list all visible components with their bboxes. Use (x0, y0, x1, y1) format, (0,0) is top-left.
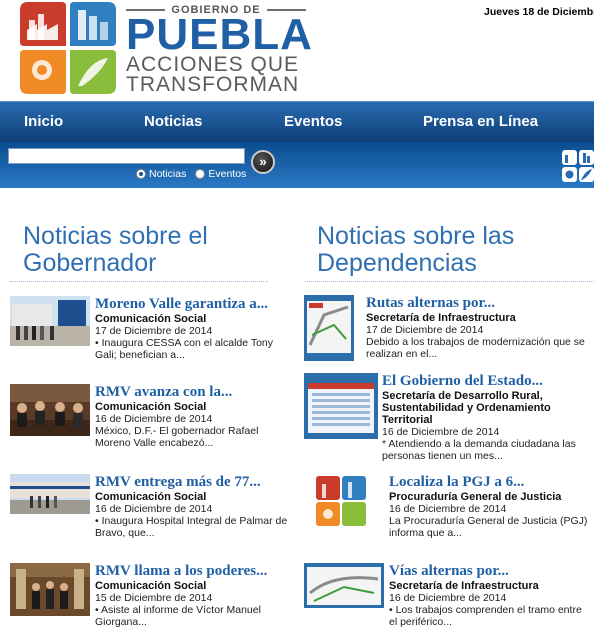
news-excerpt-line: Moreno Valle encabezó... (95, 437, 214, 449)
news-excerpt-line: personas tienen un mes... (382, 450, 503, 462)
section-title-line-2: Dependencias (317, 249, 477, 277)
search-go-button[interactable]: » (251, 150, 275, 174)
news-excerpt-line: La Procuraduría General de Justicia (PGJ… (389, 515, 588, 527)
news-excerpt-line: • Los trabajos comprenden el tramo entre (389, 604, 582, 616)
news-date: 16 de Diciembre de 2014 (389, 592, 507, 604)
main-nav: Inicio Noticias Eventos Prensa en Línea (0, 101, 594, 142)
news-thumbnail[interactable] (10, 296, 90, 346)
list-item[interactable]: RMV avanza con la... Comunicación Social… (10, 384, 300, 454)
news-thumbnail[interactable] (10, 563, 90, 616)
list-item[interactable]: RMV llama a los poderes... Comunicación … (10, 563, 300, 633)
news-source: Secretaría de Desarrollo Rural, (382, 390, 543, 402)
news-date: 16 de Diciembre de 2014 (382, 426, 500, 438)
pgj-logo-icon[interactable] (304, 474, 378, 534)
current-date: Jueves 18 de Diciembr (484, 6, 594, 18)
news-title-link[interactable]: El Gobierno del Estado... (382, 373, 576, 390)
list-item[interactable]: El Gobierno del Estado... Secretaría de … (304, 373, 594, 463)
news-thumbnail[interactable] (304, 295, 354, 361)
news-excerpt-line: • Asiste al informe de Víctor Manuel (95, 604, 261, 616)
radio-eventos[interactable] (195, 169, 206, 179)
news-thumbnail[interactable] (10, 384, 90, 436)
news-source: Procuraduría General de Justicia (389, 491, 562, 503)
news-date: 17 de Diciembre de 2014 (95, 325, 213, 337)
slogan-line-2: TRANSFORMAN (126, 73, 300, 96)
news-thumbnail[interactable] (304, 373, 378, 439)
list-item[interactable]: Vías alternas por... Secretaría de Infra… (304, 563, 594, 633)
section-title-gobernador: Noticias sobre el Gobernador (23, 223, 208, 277)
news-date: 16 de Diciembre de 2014 (95, 503, 213, 515)
puebla-logo-icon[interactable] (20, 2, 116, 94)
news-source: Secretaría de Infraestructura (389, 580, 539, 592)
news-excerpt-line: Gali; benefician a... (95, 349, 185, 361)
news-source: Comunicación Social (95, 580, 207, 592)
divider (10, 281, 268, 282)
list-item[interactable]: RMV entrega más de 77... Comunicación So… (10, 474, 300, 544)
news-source: Comunicación Social (95, 491, 207, 503)
divider (305, 281, 594, 282)
radio-noticias[interactable] (136, 169, 146, 179)
news-source: Sustentabilidad y Ordenamiento (382, 402, 551, 414)
news-excerpt-line: • Inaugura Hospital Integral de Palmar d… (95, 515, 288, 527)
section-title-line-2: Gobernador (23, 249, 157, 277)
section-title-line-1: Noticias sobre las (317, 222, 515, 250)
news-source: Territorial (382, 414, 433, 426)
news-date: 15 de Diciembre de 2014 (95, 592, 213, 604)
news-excerpt-line: informa que a... (389, 527, 462, 539)
radio-noticias-label: Noticias (149, 168, 187, 180)
news-date: 16 de Diciembre de 2014 (389, 503, 507, 515)
news-title-link[interactable]: Rutas alternas por... (366, 295, 585, 312)
news-title-link[interactable]: RMV avanza con la... (95, 384, 258, 401)
search-input[interactable] (8, 148, 245, 164)
news-source: Comunicación Social (95, 401, 207, 413)
nav-inicio[interactable]: Inicio (24, 113, 63, 130)
news-excerpt-line: Bravo, que... (95, 527, 155, 539)
news-excerpt-line: Giorgana... (95, 616, 147, 628)
site-header: GOBIERNO DE PUEBLA ACCIONES QUE TRANSFOR… (0, 0, 594, 101)
news-title-link[interactable]: Vías alternas por... (389, 563, 582, 580)
news-date: 16 de Diciembre de 2014 (95, 413, 213, 425)
list-item[interactable]: Moreno Valle garantiza a... Comunicación… (10, 296, 300, 366)
nav-eventos[interactable]: Eventos (284, 113, 342, 130)
brand-name: PUEBLA (126, 10, 313, 59)
news-excerpt-line: México, D.F.- El gobernador Rafael (95, 425, 259, 437)
news-excerpt-line: realizan en el... (366, 348, 438, 360)
puebla-mini-logo-icon[interactable] (562, 150, 594, 182)
section-title-line-1: Noticias sobre el (23, 222, 208, 250)
news-title-link[interactable]: RMV entrega más de 77... (95, 474, 287, 491)
news-title-link[interactable]: Localiza la PGJ a 6... (389, 474, 587, 491)
list-item[interactable]: Rutas alternas por... Secretaría de Infr… (304, 295, 594, 365)
nav-prensa[interactable]: Prensa en Línea (423, 113, 538, 130)
news-excerpt-line: Debido a los trabajos de modernización q… (366, 336, 585, 348)
news-source: Comunicación Social (95, 313, 207, 325)
news-excerpt-line: el periférico... (389, 616, 453, 628)
slogan-line-1: ACCIONES QUE (126, 53, 300, 76)
brand-wordmark[interactable]: GOBIERNO DE PUEBLA ACCIONES QUE TRANSFOR… (126, 4, 313, 96)
news-excerpt-line: * Atendiendo a la demanda ciudadana las (382, 438, 576, 450)
news-title-link[interactable]: RMV llama a los poderes... (95, 563, 267, 580)
news-date: 17 de Diciembre de 2014 (366, 324, 484, 336)
nav-noticias[interactable]: Noticias (144, 113, 202, 130)
radio-eventos-label: Eventos (208, 168, 247, 180)
news-thumbnail[interactable] (304, 563, 384, 608)
news-source: Secretaría de Infraestructura (366, 312, 516, 324)
news-excerpt-line: • Inaugura CESSA con el alcalde Tony (95, 337, 274, 349)
news-title-link[interactable]: Moreno Valle garantiza a... (95, 296, 273, 313)
search-scope: Noticias Eventos (136, 168, 246, 180)
search-band: » Noticias Eventos (0, 142, 594, 188)
section-title-dependencias: Noticias sobre las Dependencias (317, 223, 514, 277)
news-thumbnail[interactable] (10, 474, 90, 514)
list-item[interactable]: Localiza la PGJ a 6... Procuraduría Gene… (304, 474, 594, 544)
